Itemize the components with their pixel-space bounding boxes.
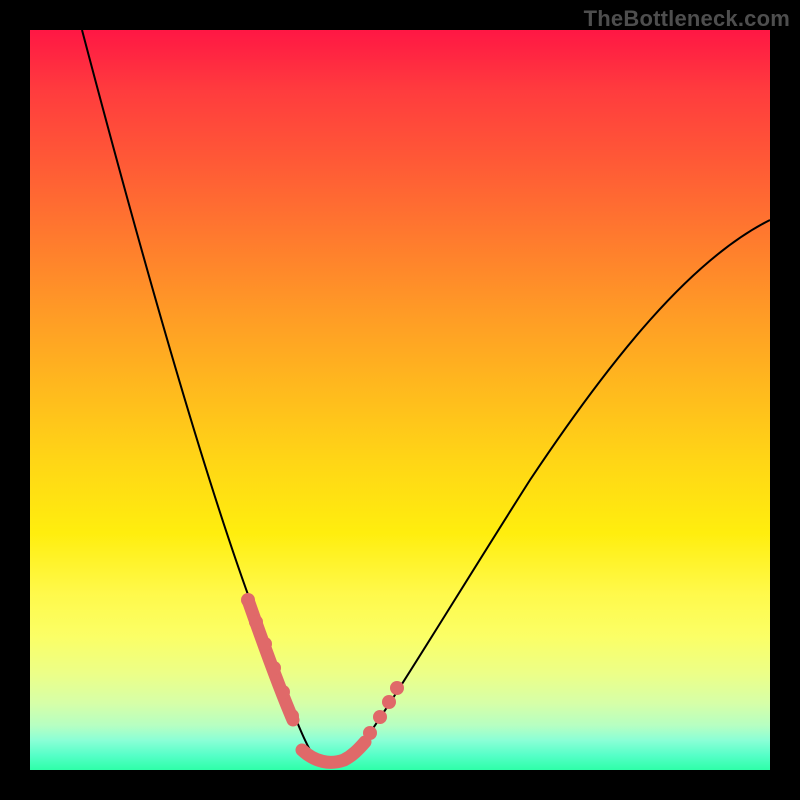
highlight-dot <box>373 710 387 724</box>
bottleneck-curve <box>30 30 770 770</box>
highlight-dot <box>363 726 377 740</box>
highlight-dot <box>382 695 396 709</box>
highlight-dot <box>285 709 299 723</box>
curve-path <box>82 30 770 765</box>
highlight-segment-bottom <box>302 742 365 762</box>
highlight-dot <box>249 615 263 629</box>
highlight-dot <box>258 637 272 651</box>
chart-plot-area <box>30 30 770 770</box>
highlight-dot <box>267 661 281 675</box>
watermark-text: TheBottleneck.com <box>584 6 790 32</box>
highlight-dot <box>241 593 255 607</box>
highlight-dot <box>276 685 290 699</box>
highlight-dot <box>390 681 404 695</box>
